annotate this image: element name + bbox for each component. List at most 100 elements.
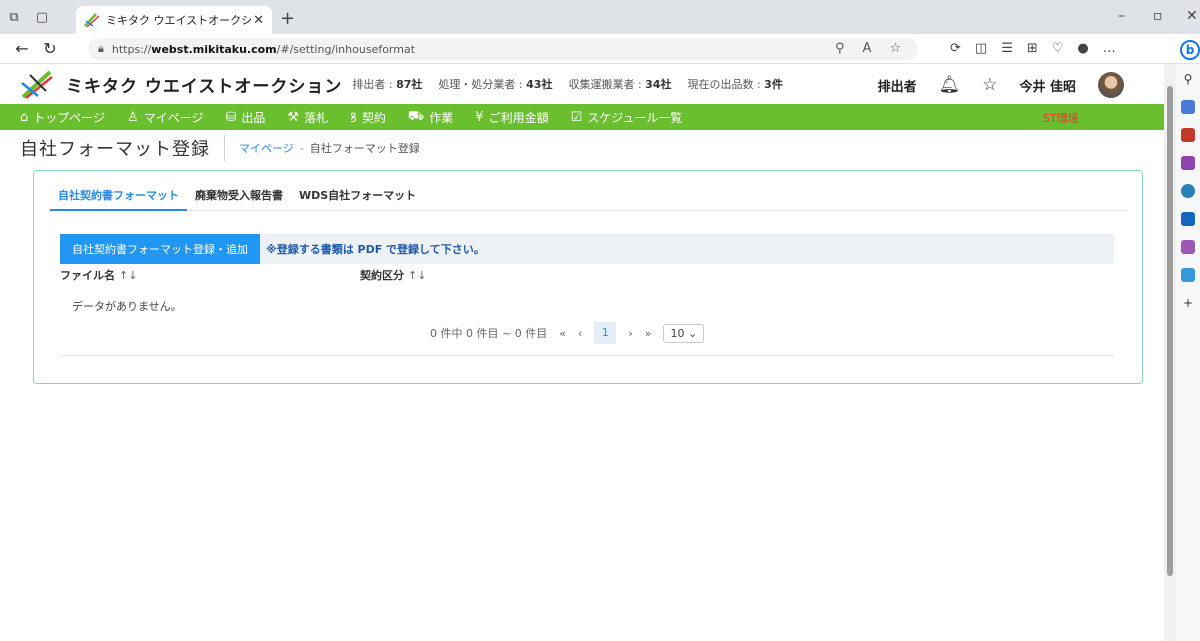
bell-icon[interactable]: 🔔︎ (939, 75, 961, 95)
read-aloud-icon[interactable]: A (863, 41, 872, 56)
url-path: /#/setting/inhouseformat (276, 42, 416, 56)
close-tab-icon[interactable]: ✕ (253, 13, 264, 28)
breadcrumb-link-mypage[interactable]: マイページ (239, 140, 294, 156)
minimize-icon[interactable]: – (1118, 8, 1125, 24)
empty-message: データがありません。 (72, 300, 182, 313)
designer-icon[interactable] (1181, 240, 1195, 254)
tab-waste-report[interactable]: 廃棄物受入報告書 (187, 181, 291, 211)
menu-item-bid[interactable]: ⚒ 落札 (287, 109, 328, 126)
favorites-icon[interactable]: ☰ (1001, 41, 1013, 56)
pdf-note: ※登録する書類は PDF で登録して下さい。 (266, 243, 485, 256)
avatar[interactable] (1098, 72, 1124, 98)
copilot-icon[interactable]: b (1180, 40, 1200, 60)
refresh-icon[interactable]: ↻ (36, 39, 64, 58)
url-field[interactable]: 🔒︎ https://webst.mikitaku.com/#/setting/… (88, 38, 918, 60)
edge-sidebar: ⚲ + (1176, 64, 1200, 641)
stat-listings: 現在の出品数 : 3件 (687, 78, 783, 91)
stat-carriers: 収集運搬業者 : 34社 (568, 78, 672, 91)
extensions-icon[interactable]: ⟳ (950, 41, 961, 56)
chevron-down-icon: ⌄ (687, 326, 698, 340)
browser-toolbar: ⟳ ◫ ☰ ⊞ ♡ ● … (950, 41, 1116, 56)
gavel-icon: ⚒ (287, 109, 300, 125)
schedule-icon: ☑ (570, 109, 583, 125)
paginator: 0 件中 0 件目 ~ 0 件目 « ‹ 1 › » 10 ⌄ (430, 321, 705, 345)
first-page-icon[interactable]: « (559, 327, 566, 340)
tab-wds-format[interactable]: WDS自社フォーマット (291, 181, 424, 211)
scroll-thumb[interactable] (1167, 86, 1173, 576)
outlook-icon[interactable] (1181, 212, 1195, 226)
menu-item-contract[interactable]: ꝸ 契約 (350, 108, 386, 127)
star-icon[interactable]: ☆ (982, 75, 997, 95)
menu-item-work[interactable]: ⛟ 作業 (408, 109, 453, 126)
lock-icon: 🔒︎ (98, 42, 104, 55)
collections-icon[interactable]: ⊞ (1027, 41, 1038, 56)
menu-item-usage[interactable]: ¥ ご利用金額 (475, 109, 548, 126)
people-icon[interactable] (1181, 156, 1195, 170)
menu-item-schedule[interactable]: ☑ スケジュール一覧 (571, 109, 683, 126)
menu-item-top[interactable]: ⌂ トップページ (20, 109, 105, 126)
back-icon[interactable]: ← (8, 39, 36, 58)
action-toolbar: 自社契約書フォーマット登録・追加 ※登録する書類は PDF で登録して下さい。 (60, 234, 1114, 264)
main-menu: ⌂ トップページ ♙ マイページ ⛁ 出品 ⚒ 落札 ꝸ 契約 ⛟ 作業 ¥ ご利用金額 ☑ ス… (0, 104, 1164, 130)
add-format-button[interactable]: 自社契約書フォーマット登録・追加 (60, 234, 260, 264)
brand-name[interactable]: ミキタク ウエイストオークション (66, 72, 342, 97)
add-icon[interactable]: + (1183, 296, 1193, 310)
tab-actions-icon[interactable]: ▢ (28, 0, 56, 34)
listing-icon: ⛁ (225, 109, 237, 125)
format-tabs: 自社契約書フォーマット 廃棄物受入報告書 WDS自社フォーマット (50, 181, 1126, 211)
workspaces-icon[interactable]: ⧉ (0, 0, 28, 34)
next-page-icon[interactable]: › (628, 327, 632, 340)
search-icon[interactable]: ⚲ (1184, 72, 1193, 86)
breadcrumb-separator: - (299, 141, 304, 155)
header-right: 排出者 🔔︎ ☆ 今井 佳昭 (878, 72, 1124, 98)
briefcase-icon[interactable] (1181, 128, 1195, 142)
page-size-select[interactable]: 10 ⌄ (663, 323, 705, 343)
last-page-icon[interactable]: » (645, 327, 652, 340)
sort-icon: ↑↓ (119, 269, 138, 282)
profile-icon[interactable]: ● (1077, 41, 1088, 56)
key-icon[interactable]: ⚲ (835, 41, 845, 56)
browser-tab[interactable]: ミキタク ウエイストオークション ✕ (76, 6, 272, 34)
prev-page-icon[interactable]: ‹ (578, 327, 582, 340)
page-scrollbar[interactable] (1164, 64, 1176, 641)
col-contract-type[interactable]: 契約区分 ↑↓ (360, 267, 426, 283)
format-card: 自社契約書フォーマット 廃棄物受入報告書 WDS自社フォーマット 自社契約書フォ… (33, 170, 1143, 384)
home-icon: ⌂ (20, 109, 29, 125)
work-icon: ⛟ (407, 108, 425, 124)
table-header: ファイル名 ↑↓ 契約区分 ↑↓ (60, 264, 1114, 286)
app-header: ミキタク ウエイストオークション 排出者 : 87社 処理・処分業者 : 43社… (0, 64, 1164, 104)
page-title: 自社フォーマット登録 (20, 135, 225, 161)
url-prefix: https:// (111, 42, 152, 56)
stat-dischargers: 排出者 : 87社 (352, 78, 423, 91)
app-root: ミキタク ウエイストオークション 排出者 : 87社 処理・処分業者 : 43社… (0, 64, 1164, 641)
user-icon: ♙ (127, 109, 139, 125)
user-name[interactable]: 今井 佳昭 (1019, 76, 1076, 95)
tab-contract-format[interactable]: 自社契約書フォーマット (50, 181, 187, 211)
tag-icon[interactable] (1181, 100, 1195, 114)
more-icon[interactable]: … (1103, 41, 1116, 56)
favorite-star-icon[interactable]: ☆ (889, 41, 901, 56)
logo-icon (21, 70, 53, 99)
performance-icon[interactable]: ♡ (1052, 41, 1064, 56)
drop-icon[interactable] (1181, 268, 1195, 282)
yen-icon: ¥ (475, 109, 484, 125)
menu-item-listing[interactable]: ⛁ 出品 (225, 109, 265, 126)
divider (60, 355, 1114, 356)
restore-icon[interactable]: ▫ (1153, 8, 1163, 24)
url-host: webst.mikitaku.com (151, 42, 277, 56)
split-screen-icon[interactable]: ◫ (975, 41, 987, 56)
menu-item-mypage[interactable]: ♙ マイページ (127, 109, 203, 126)
page-1-button[interactable]: 1 (594, 322, 617, 344)
stat-processors: 処理・処分業者 : 43社 (438, 78, 553, 91)
col-filename[interactable]: ファイル名 ↑↓ (60, 267, 360, 283)
new-tab-icon[interactable]: + (280, 8, 295, 29)
circle-app-icon[interactable] (1181, 184, 1195, 198)
role-label: 排出者 (877, 79, 917, 95)
env-badge: ST環境 (1043, 112, 1079, 125)
site-favicon-icon (84, 13, 100, 28)
breadcrumb: 自社フォーマット登録 マイページ - 自社フォーマット登録 (0, 130, 1164, 166)
tab-title: ミキタク ウエイストオークション (106, 14, 253, 27)
close-window-icon[interactable]: ✕ (1186, 8, 1198, 24)
contract-icon: ꝸ (350, 111, 357, 126)
url-actions: ⚲ A ☆ (835, 41, 901, 56)
